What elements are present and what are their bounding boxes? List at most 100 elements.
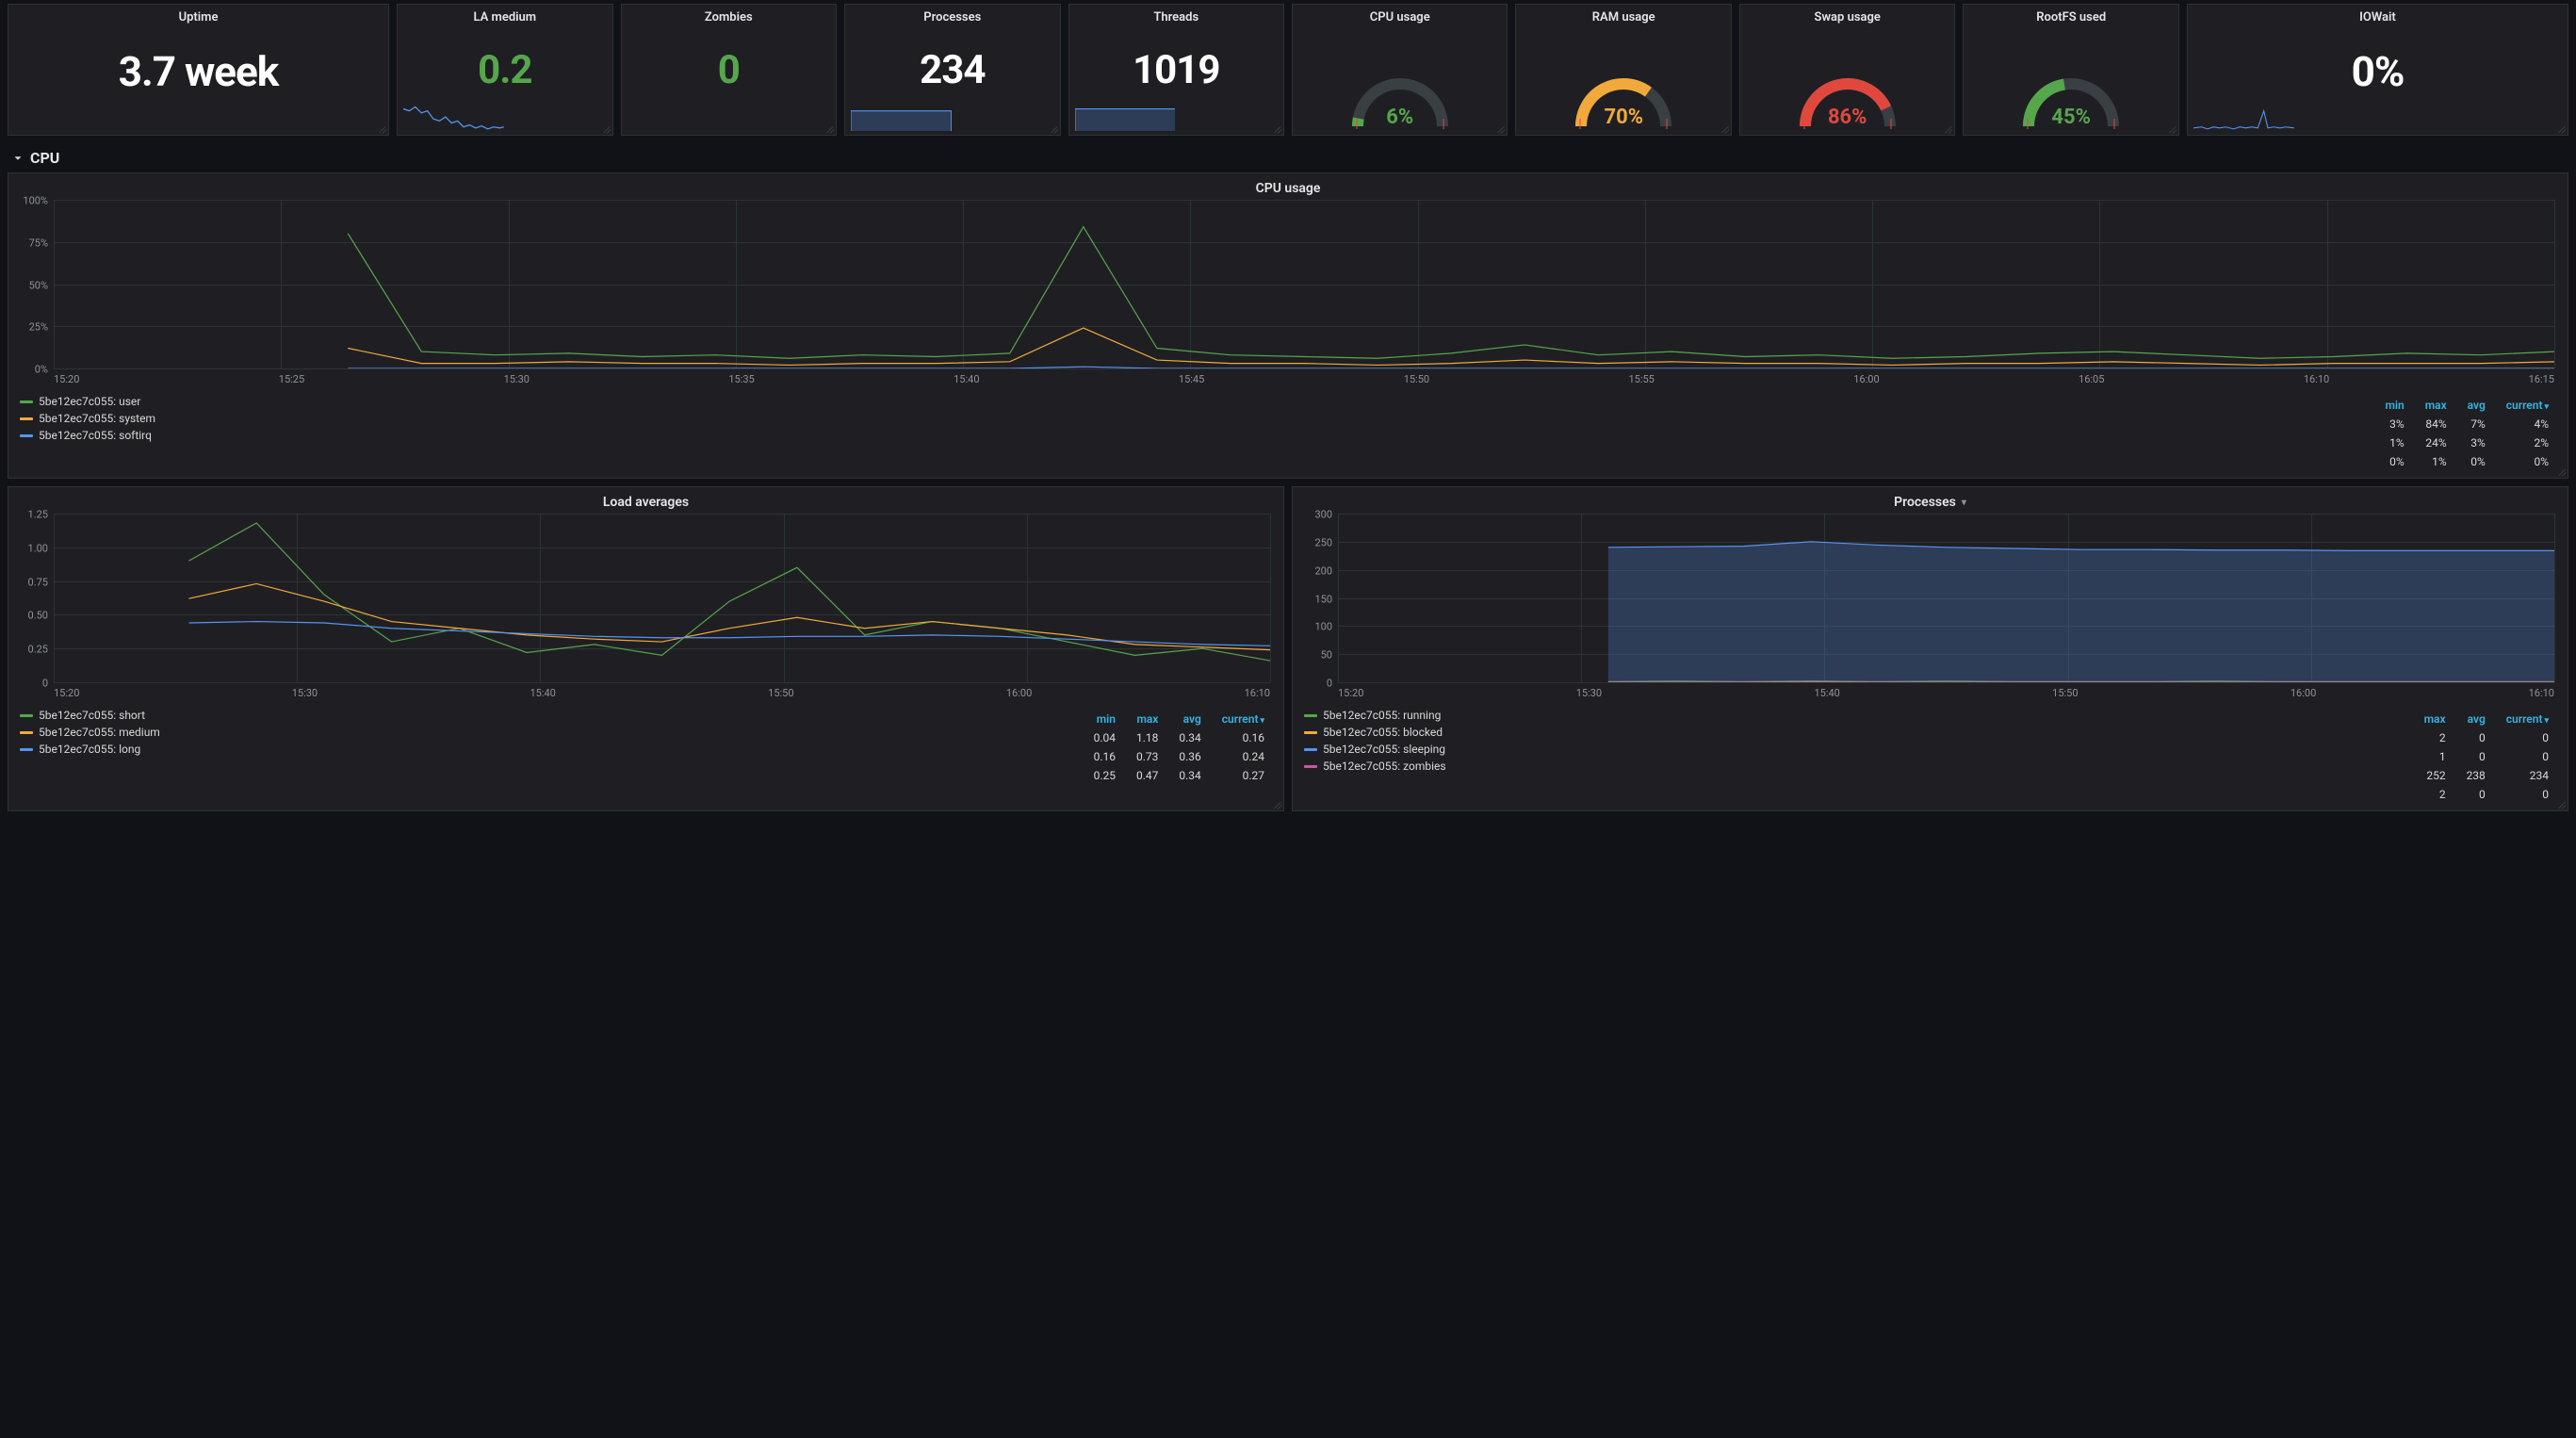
panel-cpu-usage-chart[interactable]: CPU usage 0%25%50%75%100% 15:2015:2515:3… [8,172,2568,479]
panel-menu-icon[interactable]: ▾ [1962,498,1966,508]
x-axis: 15:2015:3015:4015:5016:0016:10 [1338,683,2554,699]
legend-col-max[interactable]: max [2416,397,2456,414]
legend-list[interactable]: 5be12ec7c055: short 5be12ec7c055: medium 5… [16,709,160,756]
legend-col-max[interactable]: max [2415,711,2455,727]
legend-value-row: 252238234 [2415,767,2558,784]
panel-processes-chart[interactable]: Processes ▾ 050100150200250300 15:2015:3… [1292,486,2568,811]
legend-item[interactable]: 5be12ec7c055: sleeping [1304,743,1446,756]
resize-handle-icon[interactable] [1495,123,1505,133]
legend-list[interactable]: 5be12ec7c055: user 5be12ec7c055: system 5b… [16,395,155,442]
chevron-down-icon [11,152,24,165]
sparkline [1075,101,1176,131]
legend-item[interactable]: 5be12ec7c055: short [20,709,160,722]
chart-title: CPU usage [1256,181,1321,196]
resize-handle-icon[interactable] [1272,799,1281,809]
panel-title: CPU usage [1370,10,1430,25]
legend-value-row: 0.250.470.340.27 [1084,767,1274,784]
chart-title: Processes [1894,495,1956,510]
panel-title: LA medium [474,10,537,25]
panel-load-averages-chart[interactable]: Load averages 00.250.500.751.001.25 15:2… [8,486,1284,811]
panel-value: 0.2 [478,47,531,93]
legend-list[interactable]: 5be12ec7c055: running 5be12ec7c055: block… [1300,709,1446,773]
legend-item[interactable]: 5be12ec7c055: blocked [1304,726,1446,739]
chart-title: Load averages [603,495,689,510]
legend-col-current[interactable]: current▾ [1213,711,1274,727]
legend-value-row: 0.041.180.340.16 [1084,729,1274,746]
legend-col-current[interactable]: current▾ [2497,711,2558,727]
legend-table[interactable]: maxavgcurrent▾ 200 100 252238234 200 [2413,709,2560,805]
resize-handle-icon[interactable] [1943,123,1952,133]
legend-col-min[interactable]: min [1084,711,1125,727]
sparkline [403,101,504,131]
panel-rootfs-gauge[interactable]: RootFS used 45% [1963,4,2178,136]
panel-ram-gauge[interactable]: RAM usage 70% [1515,4,1731,136]
section-label: CPU [30,149,59,167]
panel-uptime[interactable]: Uptime 3.7 week [8,4,389,136]
panel-title: Zombies [705,10,753,25]
x-axis: 15:2015:3015:4015:5016:0016:10 [54,683,1270,699]
panel-la-medium[interactable]: LA medium 0.2 [397,4,612,136]
panel-value: 0 [718,47,740,93]
legend-col-current[interactable]: current▾ [2497,397,2558,414]
legend-item[interactable]: 5be12ec7c055: user [20,395,155,408]
legend-value-row: 3%84%7%4% [2375,416,2558,433]
legend-item[interactable]: 5be12ec7c055: zombies [1304,760,1446,773]
sparkline [851,101,952,131]
legend-item[interactable]: 5be12ec7c055: long [20,743,160,756]
resize-handle-icon[interactable] [601,123,611,133]
panel-value: 234 [920,47,985,93]
resize-handle-icon[interactable] [2556,466,2566,476]
legend-col-avg[interactable]: avg [1169,711,1210,727]
plot-area[interactable]: 050100150200250300 [1338,514,2554,683]
panel-title: RAM usage [1592,10,1655,25]
plot-area[interactable]: 00.250.500.751.001.25 [54,514,1270,683]
panel-title: Processes [923,10,981,25]
gauge: 6% [1348,74,1452,129]
panel-zombies[interactable]: Zombies 0 [621,4,837,136]
panel-title: Uptime [179,10,219,25]
resize-handle-icon[interactable] [1720,123,1729,133]
resize-handle-icon[interactable] [1049,123,1058,133]
plot-area[interactable]: 0%25%50%75%100% [54,200,2554,369]
legend-item[interactable]: 5be12ec7c055: softirq [20,429,155,442]
legend-value-row: 0.160.730.360.24 [1084,748,1274,765]
legend-col-avg[interactable]: avg [2457,711,2495,727]
resize-handle-icon[interactable] [2167,123,2177,133]
panel-title: IOWait [2359,10,2396,25]
panel-threads[interactable]: Threads 1019 [1068,4,1284,136]
legend-value-row: 200 [2415,729,2558,746]
panel-title: Swap usage [1815,10,1881,25]
panel-title: Threads [1153,10,1198,25]
panel-value: 1019 [1133,47,1219,93]
x-axis: 15:2015:2515:3015:3515:4015:4515:5015:55… [54,369,2554,385]
legend-table[interactable]: minmaxavgcurrent▾ 0.041.180.340.16 0.160.7… [1083,709,1276,786]
gauge: 70% [1572,74,1675,129]
panel-processes[interactable]: Processes 234 [844,4,1060,136]
gauge: 86% [1796,74,1899,129]
legend-value-row: 1%24%3%2% [2375,434,2558,451]
legend-col-min[interactable]: min [2375,397,2413,414]
panel-title: RootFS used [2036,10,2106,25]
row-toggle-cpu[interactable]: CPU [0,139,2576,172]
panel-value: 3.7 week [119,47,279,96]
legend-table[interactable]: minmaxavgcurrent▾ 3%84%7%4%1%24%3%2% 0%1%0… [2373,395,2560,472]
legend-item[interactable]: 5be12ec7c055: medium [20,726,160,739]
legend-value-row: 200 [2415,786,2558,803]
resize-handle-icon[interactable] [377,123,386,133]
resize-handle-icon[interactable] [2556,123,2566,133]
panel-iowait[interactable]: IOWait 0% [2187,4,2568,136]
legend-col-avg[interactable]: avg [2458,397,2495,414]
top-stat-row: Uptime 3.7 week LA medium 0.2 Zombies 0 … [0,0,2576,139]
legend-value-row: 100 [2415,748,2558,765]
resize-handle-icon[interactable] [824,123,834,133]
resize-handle-icon[interactable] [1272,123,1281,133]
legend-item[interactable]: 5be12ec7c055: running [1304,709,1446,722]
resize-handle-icon[interactable] [2556,799,2566,809]
legend-col-max[interactable]: max [1127,711,1167,727]
legend-value-row: 0%1%0%0% [2375,453,2558,470]
sparkline [2193,101,2294,131]
legend-item[interactable]: 5be12ec7c055: system [20,412,155,425]
panel-swap-gauge[interactable]: Swap usage 86% [1739,4,1955,136]
panel-cpu-gauge[interactable]: CPU usage 6% [1292,4,1508,136]
gauge: 45% [2019,74,2123,129]
